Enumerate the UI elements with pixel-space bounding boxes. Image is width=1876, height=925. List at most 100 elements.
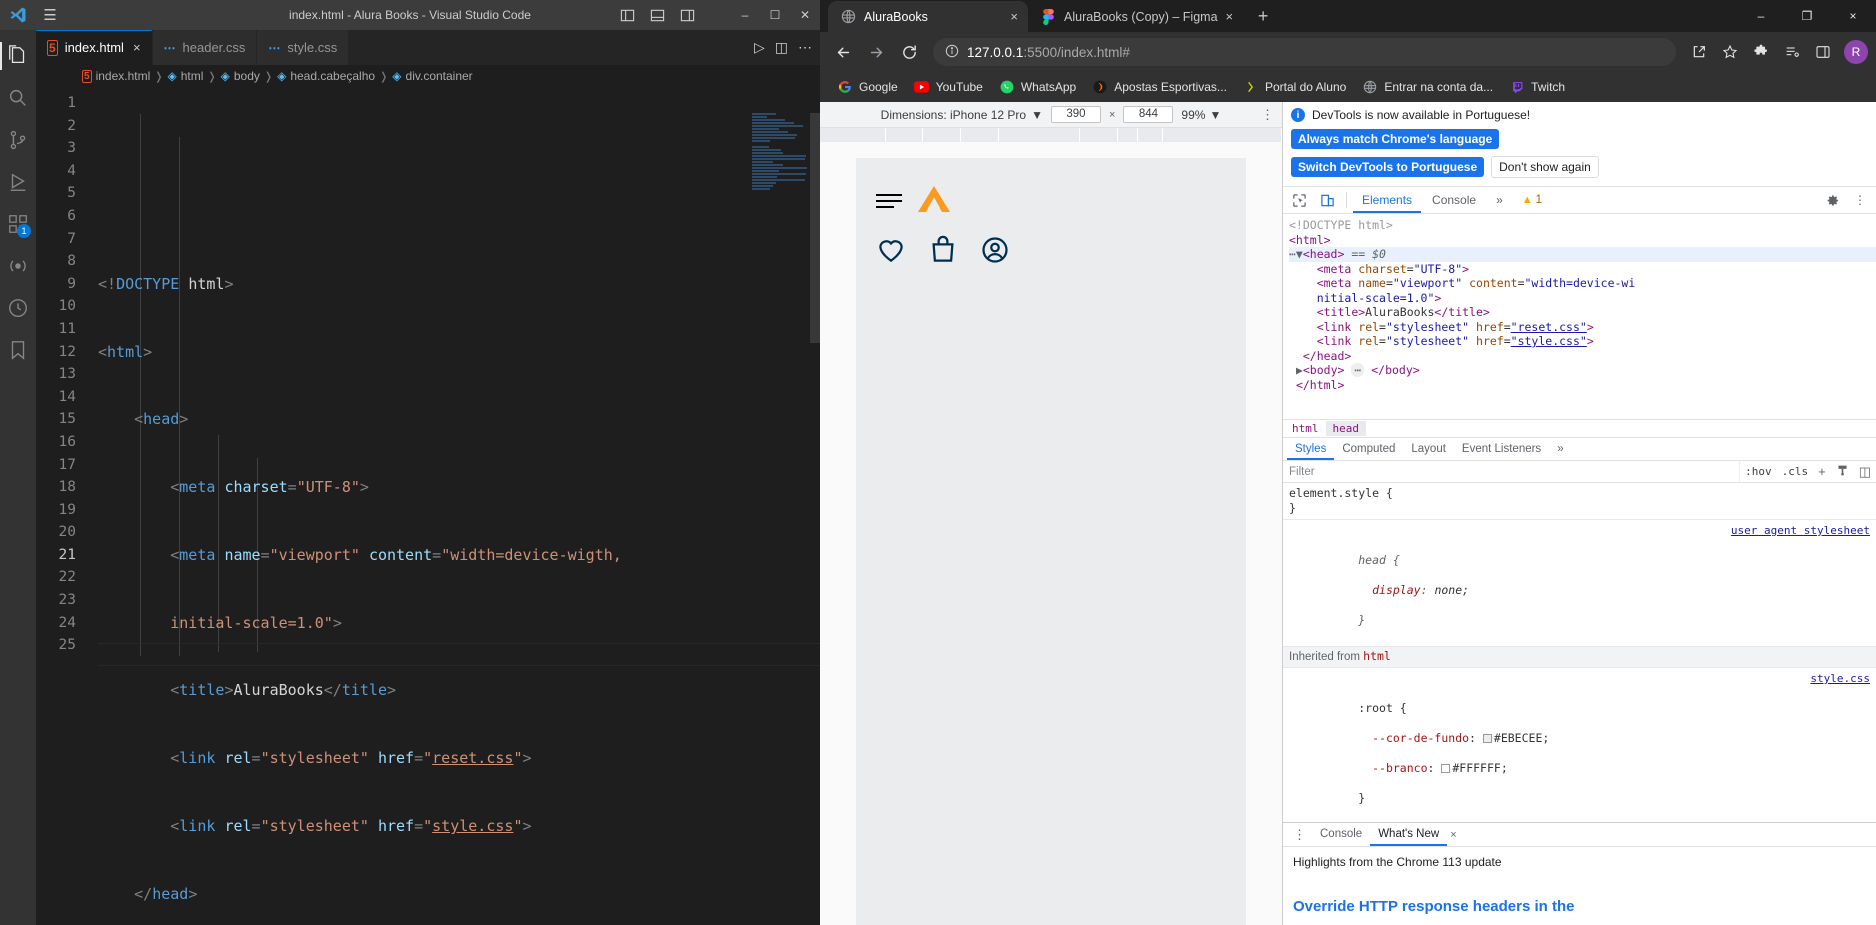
sidebar-item-extensions[interactable]: 1	[0, 204, 36, 244]
color-swatch[interactable]	[1482, 734, 1492, 743]
bookmark-entrar-na-conta[interactable]: Entrar na conta da...	[1355, 76, 1500, 98]
reload-icon[interactable]	[894, 37, 924, 67]
bookmark-whatsapp[interactable]: WhatsApp	[992, 76, 1083, 98]
dom-tree[interactable]: <!DOCTYPE html> <html> ⋯▼<head> == $0 <m…	[1283, 214, 1876, 419]
address-bar[interactable]: 127.0.0.1:5500/index.html#	[933, 38, 1676, 66]
split-editor-icon[interactable]: ◫	[775, 39, 788, 56]
breadcrumb-item-html[interactable]: ◈ html	[167, 69, 203, 83]
more-tabs-icon[interactable]: »	[1487, 187, 1512, 213]
tab-index-html[interactable]: 5 index.html ×	[36, 30, 153, 65]
device-preset-select[interactable]: Dimensions: iPhone 12 Pro ▼	[881, 108, 1043, 122]
rule-head-ua[interactable]: user agent stylesheet head { display: no…	[1283, 520, 1876, 647]
always-match-language-button[interactable]: Always match Chrome's language	[1291, 129, 1500, 149]
dom-node-link-reset[interactable]: <link rel="stylesheet" href="reset.css">	[1289, 320, 1876, 335]
dom-node-meta-viewport[interactable]: <meta name="viewport" content="width=dev…	[1289, 276, 1876, 291]
rule-source[interactable]: style.css	[1810, 671, 1870, 686]
minimize-button[interactable]: –	[730, 0, 760, 30]
more-options-icon[interactable]: ⋮	[1261, 108, 1274, 121]
rule-root[interactable]: style.css :root { --cor-de-fundo: #EBECE…	[1283, 668, 1876, 822]
declaration-name[interactable]: --cor-de-fundo	[1372, 731, 1469, 745]
inspect-element-icon[interactable]	[1286, 188, 1312, 212]
back-arrow-icon[interactable]	[828, 37, 858, 67]
hamburger-menu-icon[interactable]	[876, 193, 902, 208]
menu-icon[interactable]: ☰	[36, 6, 64, 24]
code-content[interactable]: <!DOCTYPE html> <html> <head> <meta char…	[98, 87, 820, 925]
site-info-icon[interactable]	[945, 44, 959, 61]
sidebar-item-bookmarks[interactable]	[0, 330, 36, 370]
tab-console[interactable]: Console	[1423, 187, 1485, 213]
style-rules-list[interactable]: element.style {} user agent stylesheet h…	[1283, 483, 1876, 822]
declaration-value[interactable]: none;	[1434, 583, 1469, 597]
tab-header-css[interactable]: ⋯ header.css	[152, 30, 258, 65]
dom-node-head-selected[interactable]: ⋯▼<head> == $0	[1289, 247, 1876, 262]
minimize-button[interactable]: –	[1738, 0, 1784, 32]
bag-icon[interactable]	[928, 235, 958, 268]
sidebar-item-explorer[interactable]	[0, 36, 36, 76]
declaration-name[interactable]: --branco	[1372, 761, 1427, 775]
rendered-page[interactable]	[856, 158, 1246, 925]
close-icon[interactable]: ×	[1010, 9, 1018, 24]
sidebar-item-timeline[interactable]	[0, 288, 36, 328]
breadcrumb-item-div[interactable]: ◈ div.container	[392, 69, 472, 83]
sidebar-item-source-control[interactable]	[0, 120, 36, 160]
styles-more-tabs-icon[interactable]: »	[1549, 438, 1571, 460]
dont-show-again-button[interactable]: Don't show again	[1491, 156, 1599, 178]
dom-node-meta-charset[interactable]: <meta charset="UTF-8">	[1289, 262, 1876, 277]
computed-sidebar-icon[interactable]: ◫	[1854, 464, 1876, 480]
bookmark-portal-do-aluno[interactable]: Portal do Aluno	[1236, 76, 1353, 98]
panel-left-icon[interactable]	[614, 0, 640, 30]
more-actions-icon[interactable]: ⋯	[798, 39, 812, 56]
dom-node-title[interactable]: <title>AluraBooks</title>	[1289, 305, 1876, 320]
drawer-menu-icon[interactable]: ⋮	[1287, 828, 1312, 841]
side-panel-icon[interactable]	[1809, 38, 1837, 66]
close-icon[interactable]: ×	[133, 40, 141, 55]
whats-new-link[interactable]: Override HTTP response headers in the	[1293, 897, 1866, 917]
sidebar-item-search[interactable]	[0, 78, 36, 118]
declaration-value[interactable]: #EBECEE	[1494, 731, 1542, 745]
close-button[interactable]: ×	[1830, 0, 1876, 32]
user-icon[interactable]	[980, 235, 1010, 268]
maximize-button[interactable]: ❐	[1784, 0, 1830, 32]
sidebar-item-live-server[interactable]	[0, 246, 36, 286]
forward-arrow-icon[interactable]	[861, 37, 891, 67]
avatar[interactable]: R	[1844, 40, 1868, 64]
bookmark-twitch[interactable]: Twitch	[1502, 76, 1572, 98]
run-icon[interactable]: ▷	[754, 39, 765, 56]
share-icon[interactable]	[1685, 38, 1713, 66]
bookmark-google[interactable]: Google	[830, 76, 905, 98]
tab-elements[interactable]: Elements	[1353, 187, 1422, 213]
bookmark-star-icon[interactable]	[1716, 38, 1744, 66]
device-height-input[interactable]: 844	[1123, 106, 1174, 123]
crumb-html[interactable]: html	[1285, 421, 1326, 436]
device-viewport[interactable]	[820, 142, 1282, 925]
crumb-head[interactable]: head	[1325, 421, 1366, 436]
browser-tab-figma[interactable]: AluraBooks (Copy) – Figma ×	[1028, 1, 1244, 32]
cls-toggle[interactable]: .cls	[1777, 465, 1814, 478]
close-icon[interactable]: ×	[1450, 829, 1456, 841]
tab-style-css[interactable]: ⋯ style.css	[257, 30, 350, 65]
tab-layout[interactable]: Layout	[1403, 438, 1454, 460]
panel-right-icon[interactable]	[674, 0, 700, 30]
sidebar-item-run-and-debug[interactable]	[0, 162, 36, 202]
breadcrumb-item-body[interactable]: ◈ body	[221, 69, 260, 83]
tab-styles[interactable]: Styles	[1287, 438, 1335, 460]
device-toolbar-icon[interactable]	[1314, 188, 1340, 212]
reading-list-icon[interactable]	[1778, 38, 1806, 66]
breadcrumb-item-file[interactable]: 5 index.html	[82, 69, 150, 83]
color-swatch[interactable]	[1441, 764, 1451, 773]
dom-node-link-style[interactable]: <link rel="stylesheet" href="style.css">	[1289, 334, 1876, 349]
device-width-input[interactable]: 390	[1050, 106, 1101, 123]
declaration-name[interactable]: display	[1372, 583, 1420, 597]
drawer-tab-console[interactable]: Console	[1312, 823, 1370, 846]
dom-node-body[interactable]: ▶<body> ⋯ </body>	[1289, 363, 1876, 378]
extensions-puzzle-icon[interactable]	[1747, 38, 1775, 66]
warning-badge[interactable]: ▲ 1	[1522, 194, 1542, 206]
switch-to-portuguese-button[interactable]: Switch DevTools to Portuguese	[1291, 157, 1485, 177]
editor-scrollbar[interactable]	[810, 113, 820, 343]
new-tab-button[interactable]: +	[1249, 2, 1277, 30]
new-style-rule-icon[interactable]: +	[1813, 464, 1831, 479]
inherited-source[interactable]: html	[1363, 649, 1391, 663]
panel-bottom-icon[interactable]	[644, 0, 670, 30]
breadcrumb-item-head[interactable]: ◈ head.cabeçalho	[277, 69, 375, 83]
bookmark-youtube[interactable]: YouTube	[907, 76, 990, 98]
